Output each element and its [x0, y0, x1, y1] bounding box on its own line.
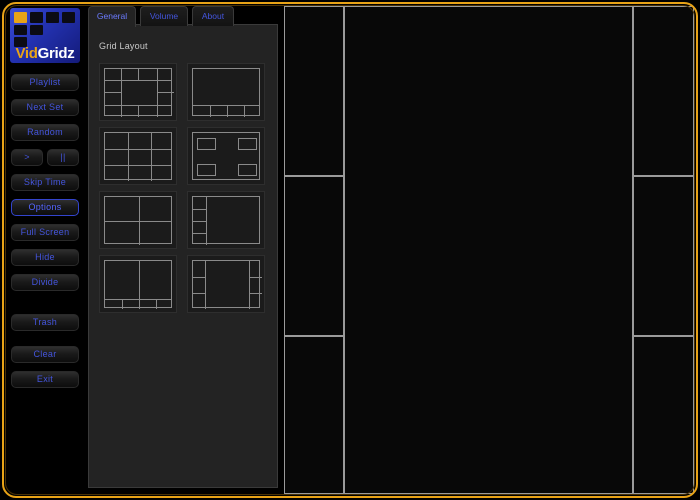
layout-preset-frame-border[interactable]: [99, 63, 177, 121]
video-cell-right-1[interactable]: [633, 6, 694, 176]
layout-preset-7-diagram: [104, 260, 172, 309]
sidebar-button-full-screen[interactable]: Full Screen: [11, 224, 79, 241]
sidebar-button-play[interactable]: >: [11, 149, 43, 166]
sidebar-button-next-set[interactable]: Next Set: [11, 99, 79, 116]
sidebar: VidGridz Playlist Next Set Random > || S…: [6, 6, 84, 494]
layout-preset-two-top-strip-bottom[interactable]: [99, 255, 177, 313]
options-tab-bar: General Volume About: [88, 6, 278, 27]
video-cell-left-2[interactable]: [284, 176, 344, 336]
layout-preset-side-columns-center[interactable]: [187, 255, 265, 313]
sidebar-button-options[interactable]: Options: [11, 199, 79, 216]
layout-preset-2-diagram: [192, 68, 260, 117]
layout-preset-3-diagram: [104, 132, 172, 181]
options-panel: Grid Layout: [88, 24, 278, 488]
sidebar-button-random[interactable]: Random: [11, 124, 79, 141]
sidebar-button-hide[interactable]: Hide: [11, 249, 79, 266]
layout-preset-1-diagram: [104, 68, 174, 117]
video-cell-right-3[interactable]: [633, 336, 694, 494]
sidebar-button-exit[interactable]: Exit: [11, 371, 79, 388]
grid-layout-label: Grid Layout: [99, 41, 148, 51]
logo-text-vid: Vid: [15, 45, 38, 62]
video-cell-right-2[interactable]: [633, 176, 694, 336]
layout-preset-8-diagram: [192, 260, 262, 309]
sidebar-button-pause[interactable]: ||: [47, 149, 79, 166]
tab-general[interactable]: General: [88, 6, 136, 27]
layout-preset-left-column-large-right[interactable]: [187, 191, 265, 249]
layout-preset-5-diagram: [104, 196, 172, 245]
logo-text-gridz: Gridz: [37, 45, 75, 62]
video-cell-left-3[interactable]: [284, 336, 344, 494]
vidgridz-window: VidGridz Playlist Next Set Random > || S…: [0, 0, 700, 500]
tab-about[interactable]: About: [192, 6, 234, 26]
sidebar-button-divide[interactable]: Divide: [11, 274, 79, 291]
layout-preset-4-diagram: [192, 132, 260, 180]
tab-volume[interactable]: Volume: [140, 6, 188, 26]
video-cell-center[interactable]: [344, 6, 633, 494]
layout-preset-grid-3x3[interactable]: [99, 127, 177, 185]
app-logo: VidGridz: [10, 8, 80, 63]
sidebar-button-skip-time[interactable]: Skip Time: [11, 174, 79, 191]
layout-preset-large-top-strip-bottom[interactable]: [187, 63, 265, 121]
layout-preset-6-diagram: [192, 196, 260, 245]
layout-preset-four-corners[interactable]: [187, 127, 265, 185]
sidebar-button-trash[interactable]: Trash: [11, 314, 79, 331]
sidebar-button-playlist[interactable]: Playlist: [11, 74, 79, 91]
video-grid: [284, 6, 694, 494]
logo-wordmark: VidGridz: [10, 45, 80, 62]
video-cell-left-1[interactable]: [284, 6, 344, 176]
sidebar-button-clear[interactable]: Clear: [11, 346, 79, 363]
layout-preset-grid-2x2[interactable]: [99, 191, 177, 249]
logo-grid-icon: [14, 12, 76, 47]
